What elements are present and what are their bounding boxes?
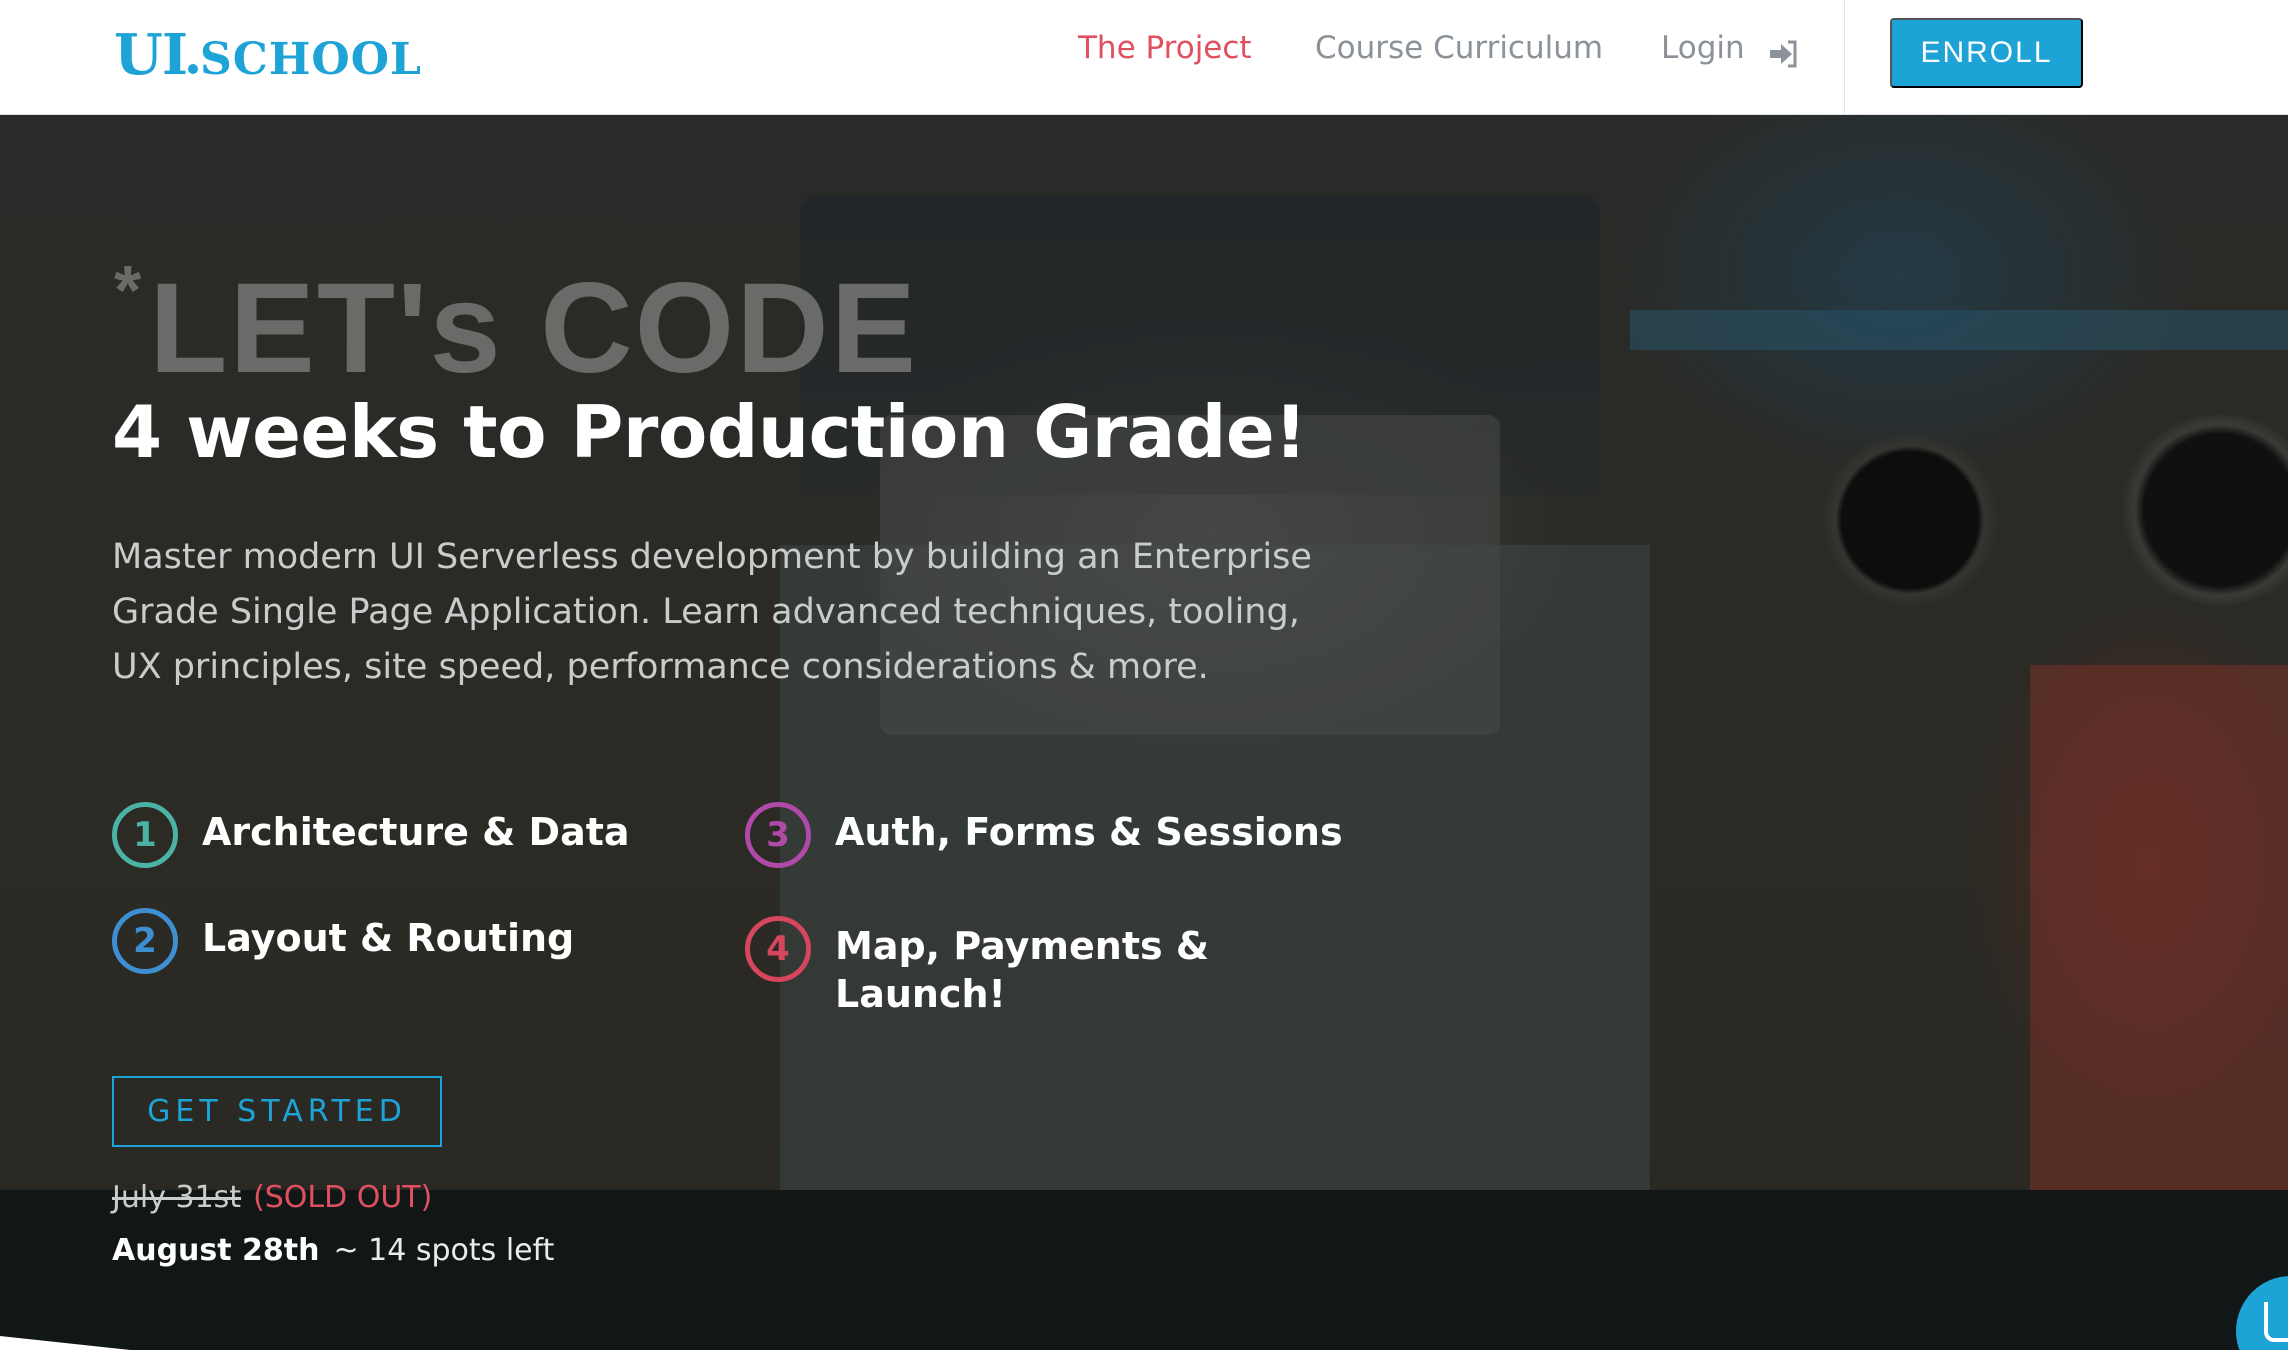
week-number-badge: 1 xyxy=(112,802,178,868)
nav-link-the-project[interactable]: The Project xyxy=(1078,30,1252,66)
background-ruler xyxy=(1630,310,2288,350)
week-item-3: 3 Auth, Forms & Sessions xyxy=(745,802,1343,868)
session-july: July 31st (SOLD OUT) xyxy=(112,1180,432,1215)
session-date: August 28th xyxy=(112,1233,320,1268)
week-label: Layout & Routing xyxy=(202,916,575,960)
background-notebook xyxy=(2030,665,2288,1225)
ui-school-logo[interactable]: UI SCHOOL xyxy=(114,22,422,88)
get-started-button[interactable]: GET STARTED xyxy=(112,1076,442,1147)
week-item-1: 1 Architecture & Data xyxy=(112,802,630,868)
week-label: Auth, Forms & Sessions xyxy=(835,810,1343,854)
session-august: August 28th ~ 14 spots left xyxy=(112,1233,554,1268)
sold-out-label: (SOLD OUT) xyxy=(253,1180,433,1215)
logo-dot xyxy=(188,64,199,74)
week-item-2: 2 Layout & Routing xyxy=(112,908,574,974)
background-second-cup xyxy=(2120,415,2288,605)
chat-icon xyxy=(2264,1302,2288,1342)
spots-left-label: ~ 14 spots left xyxy=(333,1233,555,1268)
background-coffee-cup xyxy=(1820,435,2000,605)
week-label: Architecture & Data xyxy=(202,810,630,854)
top-nav: UI SCHOOL The Project Course Curriculum L… xyxy=(0,0,2288,115)
hero-headline: 4 weeks to Production Grade! xyxy=(112,390,1307,474)
enroll-button[interactable]: ENROLL xyxy=(1890,18,2083,88)
logo-ui-text: UI xyxy=(114,22,188,88)
hero-description: Master modern UI Serverless development … xyxy=(112,537,1312,687)
week-item-4: 4 Map, Payments & Launch! xyxy=(745,916,1215,1018)
sign-in-icon[interactable] xyxy=(1768,40,1798,68)
week-number-badge: 4 xyxy=(745,916,811,982)
week-number-badge: 2 xyxy=(112,908,178,974)
lets-code-heading: *LET's CODE xyxy=(114,250,918,402)
lets-code-text: LET's CODE xyxy=(149,257,918,400)
week-label: Map, Payments & Launch! xyxy=(835,924,1209,1016)
week-number-badge: 3 xyxy=(745,802,811,868)
session-date-sold-out: July 31st xyxy=(112,1180,242,1215)
logo-school-text: SCHOOL xyxy=(200,34,422,85)
nav-link-login[interactable]: Login xyxy=(1661,30,1745,66)
lets-code-star: * xyxy=(114,251,144,329)
nav-link-course-curriculum[interactable]: Course Curriculum xyxy=(1315,30,1603,66)
nav-divider xyxy=(1844,0,1845,115)
